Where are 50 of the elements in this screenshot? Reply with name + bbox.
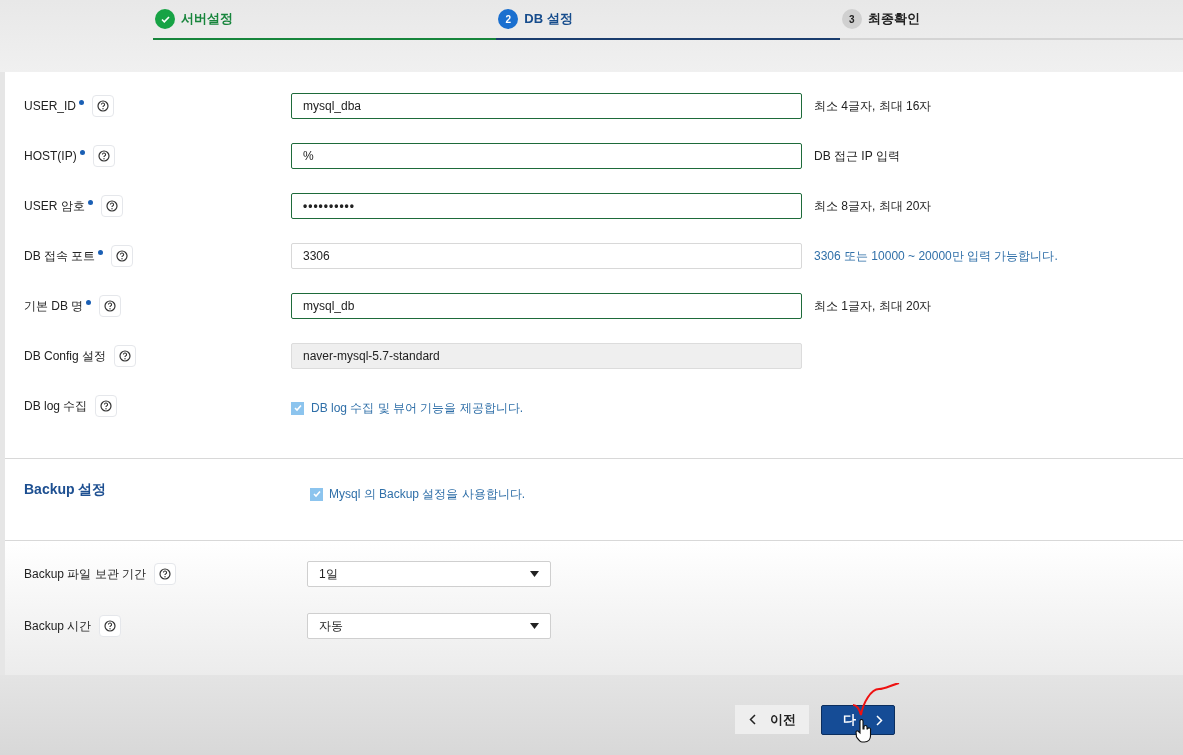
help-icon[interactable] <box>154 563 177 585</box>
dropdown-arrow-icon <box>530 571 539 577</box>
field-label: HOST(IP) <box>24 148 77 165</box>
input-field[interactable]: % <box>291 143 802 169</box>
input-field[interactable]: mysql_dba <box>291 93 802 119</box>
help-icon[interactable] <box>99 615 122 637</box>
step-label: 서버설정 <box>181 10 233 29</box>
step-number: 2 <box>498 9 519 29</box>
field-label: DB 접속 포트 <box>24 248 96 265</box>
help-icon[interactable] <box>92 145 115 167</box>
check-icon <box>292 403 303 413</box>
field-label: Backup 파일 보관 기간 <box>24 566 147 583</box>
password-field[interactable]: •••••••••• <box>291 193 802 219</box>
previous-button[interactable]: 이전 <box>735 705 809 734</box>
field-label: 기본 DB 명 <box>24 298 84 315</box>
next-button[interactable]: 다 <box>821 705 895 735</box>
chevron-left-icon <box>748 714 756 725</box>
step-label: 최종확인 <box>867 10 920 29</box>
help-icon[interactable] <box>100 195 123 217</box>
help-icon[interactable] <box>99 295 122 317</box>
field-label: DB Config 설정 <box>24 348 107 365</box>
check-icon <box>311 489 322 499</box>
input-field[interactable]: mysql_db <box>291 293 802 319</box>
checkbox-label: DB log 수집 및 뷰어 기능을 제공합니다. <box>311 400 524 417</box>
help-icon[interactable] <box>114 345 137 367</box>
section-title: Backup 설정 <box>24 480 108 499</box>
hint-text: 최소 1글자, 최대 20자 <box>814 298 932 315</box>
hint-text: 3306 또는 10000 ~ 20000만 입력 가능합니다. <box>814 248 1058 265</box>
help-icon[interactable] <box>92 95 114 117</box>
hint-text: 최소 8글자, 최대 20자 <box>814 198 932 215</box>
chevron-right-icon <box>876 714 883 726</box>
field-label: Backup 시간 <box>24 618 92 635</box>
field-label: USER_ID <box>24 98 76 115</box>
hint-text: 최소 4글자, 최대 16자 <box>814 98 932 115</box>
field-label: DB log 수집 <box>24 398 88 415</box>
hint-text: DB 접근 IP 입력 <box>814 148 900 165</box>
dropdown-arrow-icon <box>530 623 539 629</box>
step-label: DB 설정 <box>524 10 573 29</box>
select-dropdown[interactable]: 1일 <box>307 561 551 587</box>
step-number: 3 <box>841 9 862 29</box>
help-icon[interactable] <box>111 245 134 267</box>
checkbox[interactable] <box>291 401 304 415</box>
field-label: USER 암호 <box>24 198 85 215</box>
select-dropdown[interactable]: 자동 <box>307 613 551 639</box>
checkbox[interactable] <box>310 487 323 501</box>
checkbox-label: Mysql 의 Backup 설정을 사용합니다. <box>329 486 526 503</box>
hand-cursor-icon <box>855 719 873 743</box>
input-field[interactable]: naver-mysql-5.7-standard <box>291 343 802 369</box>
help-icon[interactable] <box>95 395 118 417</box>
input-field[interactable]: 3306 <box>291 243 802 269</box>
